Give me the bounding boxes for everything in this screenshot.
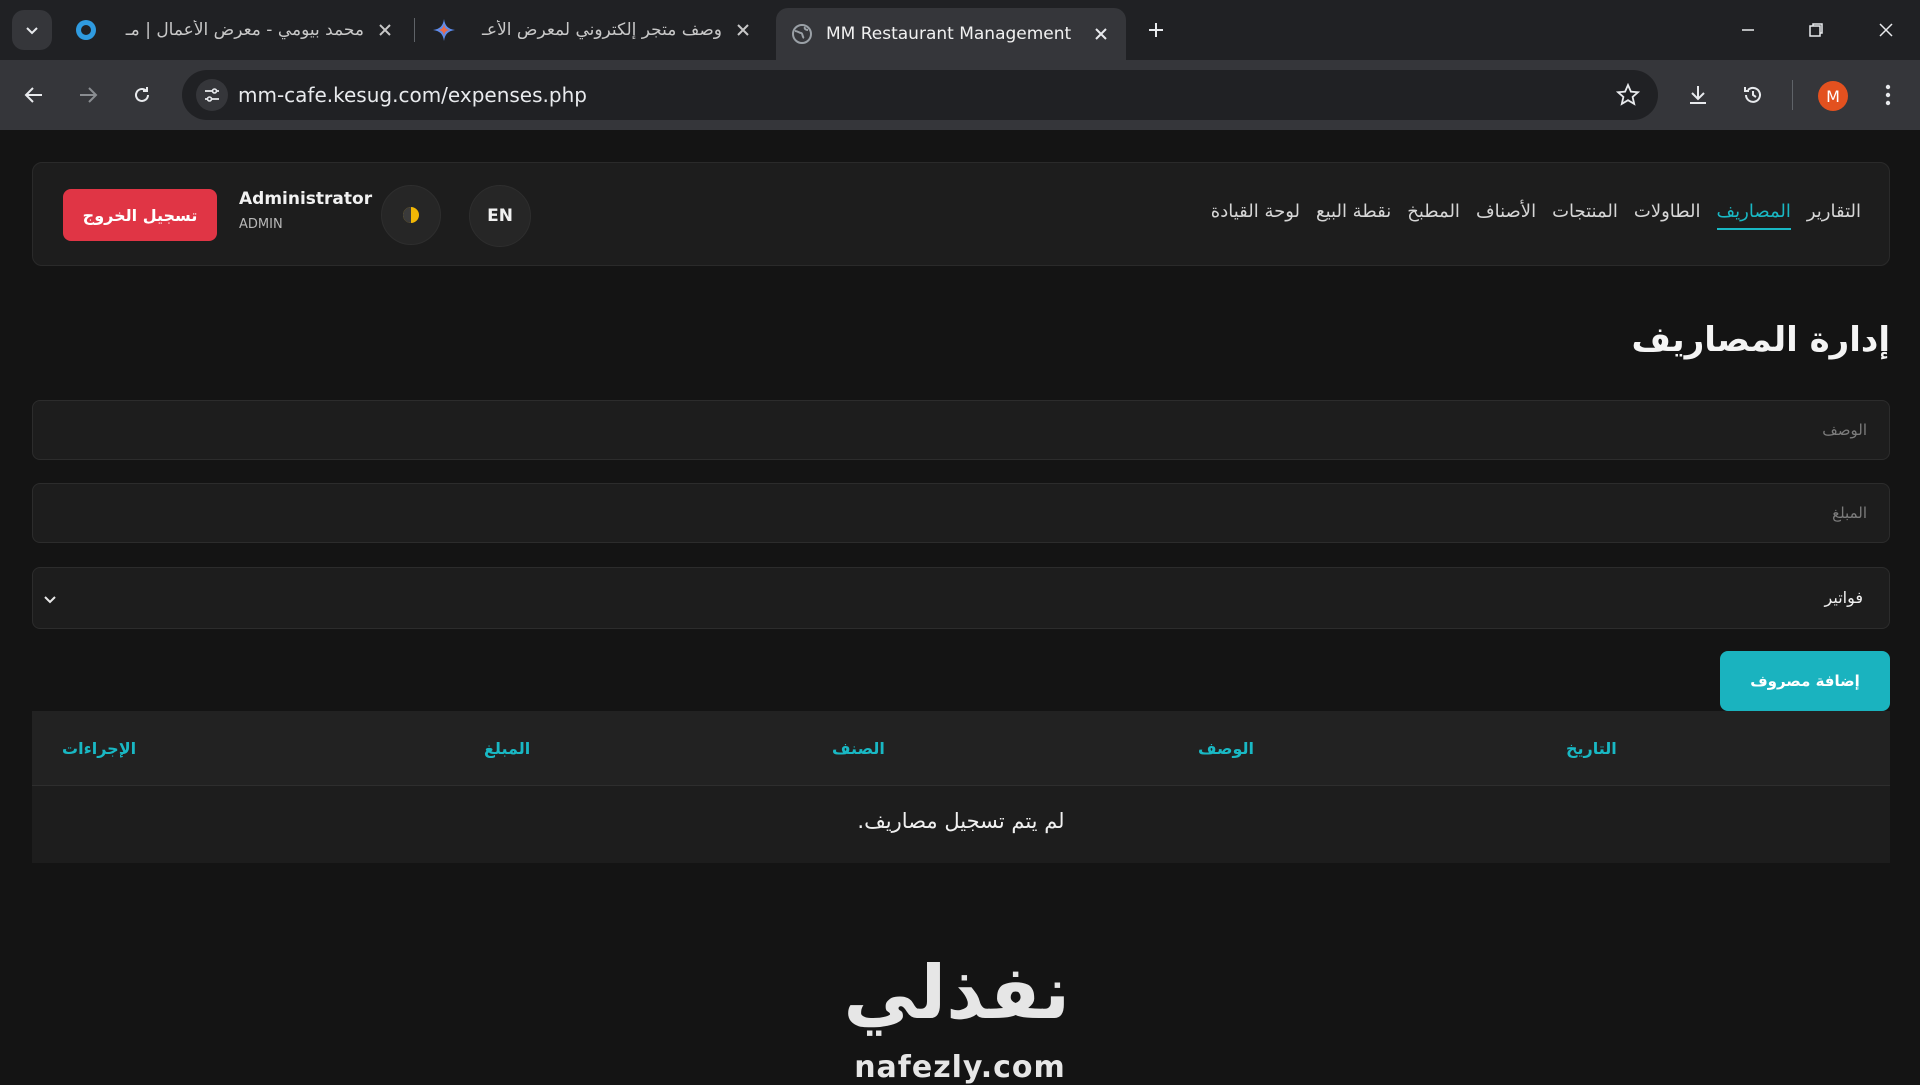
minimize-icon: [1742, 29, 1754, 31]
new-tab-button[interactable]: [1140, 14, 1172, 46]
close-icon[interactable]: [374, 19, 396, 41]
column-header-category: الصنف: [832, 739, 885, 758]
empty-state-message: لم يتم تسجيل مصاريف.: [857, 809, 1065, 833]
app-navbar: تسجيل الخروج Administrator ADMIN EN لوحة…: [32, 162, 1890, 266]
add-expense-button[interactable]: إضافة مصروف: [1720, 651, 1890, 711]
tab-portfolio[interactable]: محمد بيومي - معرض الأعمال | مـ: [60, 8, 410, 52]
nav-link-reports[interactable]: التقارير: [1807, 201, 1861, 230]
menu-button[interactable]: [1870, 77, 1906, 113]
restore-button[interactable]: [1796, 12, 1836, 48]
browser-toolbar: mm-cafe.kesug.com/expenses.php: [0, 60, 1920, 130]
nav-link-tables[interactable]: الطاولات: [1634, 201, 1701, 230]
forward-button[interactable]: [70, 77, 106, 113]
nav-link-dashboard[interactable]: لوحة القيادة: [1211, 201, 1300, 230]
column-header-date: التاريخ: [1566, 739, 1617, 758]
table-header: التاريخ الوصف الصنف المبلغ الإجراءات: [32, 711, 1890, 786]
download-icon: [1690, 86, 1706, 104]
close-icon: [1879, 23, 1893, 37]
url-text: mm-cafe.kesug.com/expenses.php: [238, 83, 587, 107]
user-name: Administrator: [239, 189, 373, 209]
tab-title: محمد بيومي - معرض الأعمال | مـ: [125, 20, 364, 40]
globe-icon: [790, 22, 814, 46]
expenses-table: التاريخ الوصف الصنف المبلغ الإجراءات لم …: [32, 711, 1890, 863]
nav-link-products[interactable]: المنتجات: [1552, 201, 1618, 230]
watermark-logo: نفذلي nafezly.com: [843, 950, 1070, 1085]
logout-button[interactable]: تسجيل الخروج: [63, 189, 217, 241]
window-close-button[interactable]: [1866, 12, 1906, 48]
restore-icon: [1809, 23, 1823, 37]
arrow-left-icon: [24, 87, 42, 103]
more-vertical-icon: [1885, 84, 1891, 106]
nav-link-kitchen[interactable]: المطبخ: [1407, 201, 1460, 230]
nav-link-expenses[interactable]: المصاريف: [1716, 201, 1791, 230]
column-header-description: الوصف: [1198, 739, 1255, 758]
close-icon[interactable]: [732, 19, 754, 41]
column-header-amount: المبلغ: [484, 739, 531, 758]
chevron-down-icon: [37, 586, 63, 612]
toolbar-divider: [1792, 80, 1793, 110]
minimize-button[interactable]: [1728, 12, 1768, 48]
address-bar[interactable]: mm-cafe.kesug.com/expenses.php: [182, 70, 1658, 120]
tab-title: وصف متجر إلكتروني لمعرض الأعـ: [481, 20, 722, 40]
back-button[interactable]: [16, 77, 52, 113]
gemini-sparkle-icon: [432, 18, 456, 42]
page-title: إدارة المصاريف: [1631, 320, 1890, 360]
reload-icon: [135, 87, 149, 102]
column-header-actions: الإجراءات: [62, 739, 137, 758]
arrow-right-icon: [80, 87, 98, 103]
reload-button[interactable]: [124, 77, 160, 113]
description-input[interactable]: [32, 400, 1890, 460]
category-selected-value: فواتير: [1824, 588, 1863, 607]
nav-link-categories[interactable]: الأصناف: [1476, 201, 1536, 230]
tab-strip: محمد بيومي - معرض الأعمال | مـ وصف متجر …: [0, 0, 1920, 60]
tab-gemini[interactable]: وصف متجر إلكتروني لمعرض الأعـ: [418, 8, 768, 52]
browser-chrome: محمد بيومي - معرض الأعمال | مـ وصف متجر …: [0, 0, 1920, 130]
plus-icon: [1149, 23, 1163, 37]
tab-divider: [414, 18, 415, 42]
amount-input[interactable]: [32, 483, 1890, 543]
history-button[interactable]: [1735, 77, 1771, 113]
watermark-word: نفذلي: [843, 950, 1070, 1036]
theme-toggle-icon: [403, 207, 419, 223]
history-icon: [1744, 86, 1761, 103]
circle-favicon-icon: [74, 18, 98, 42]
site-settings-icon[interactable]: [196, 79, 228, 111]
tab-title: MM Restaurant Management: [826, 24, 1072, 44]
nav-link-pos[interactable]: نقطة البيع: [1316, 201, 1391, 230]
profile-avatar[interactable]: M: [1818, 81, 1848, 111]
tab-restaurant[interactable]: MM Restaurant Management: [776, 8, 1126, 60]
downloads-button[interactable]: [1680, 77, 1716, 113]
theme-toggle-button[interactable]: [381, 185, 441, 245]
language-toggle-button[interactable]: EN: [469, 185, 531, 247]
page-content: تسجيل الخروج Administrator ADMIN EN لوحة…: [0, 130, 1920, 1085]
category-select[interactable]: فواتير: [32, 567, 1890, 629]
chevron-down-icon: [26, 27, 38, 35]
bookmark-star-icon[interactable]: [1615, 82, 1641, 111]
close-icon[interactable]: [1090, 23, 1112, 45]
user-role: ADMIN: [239, 217, 283, 232]
tab-search-button[interactable]: [12, 10, 52, 50]
nav-links: لوحة القيادة نقطة البيع المطبخ الأصناف ا…: [1211, 201, 1861, 230]
